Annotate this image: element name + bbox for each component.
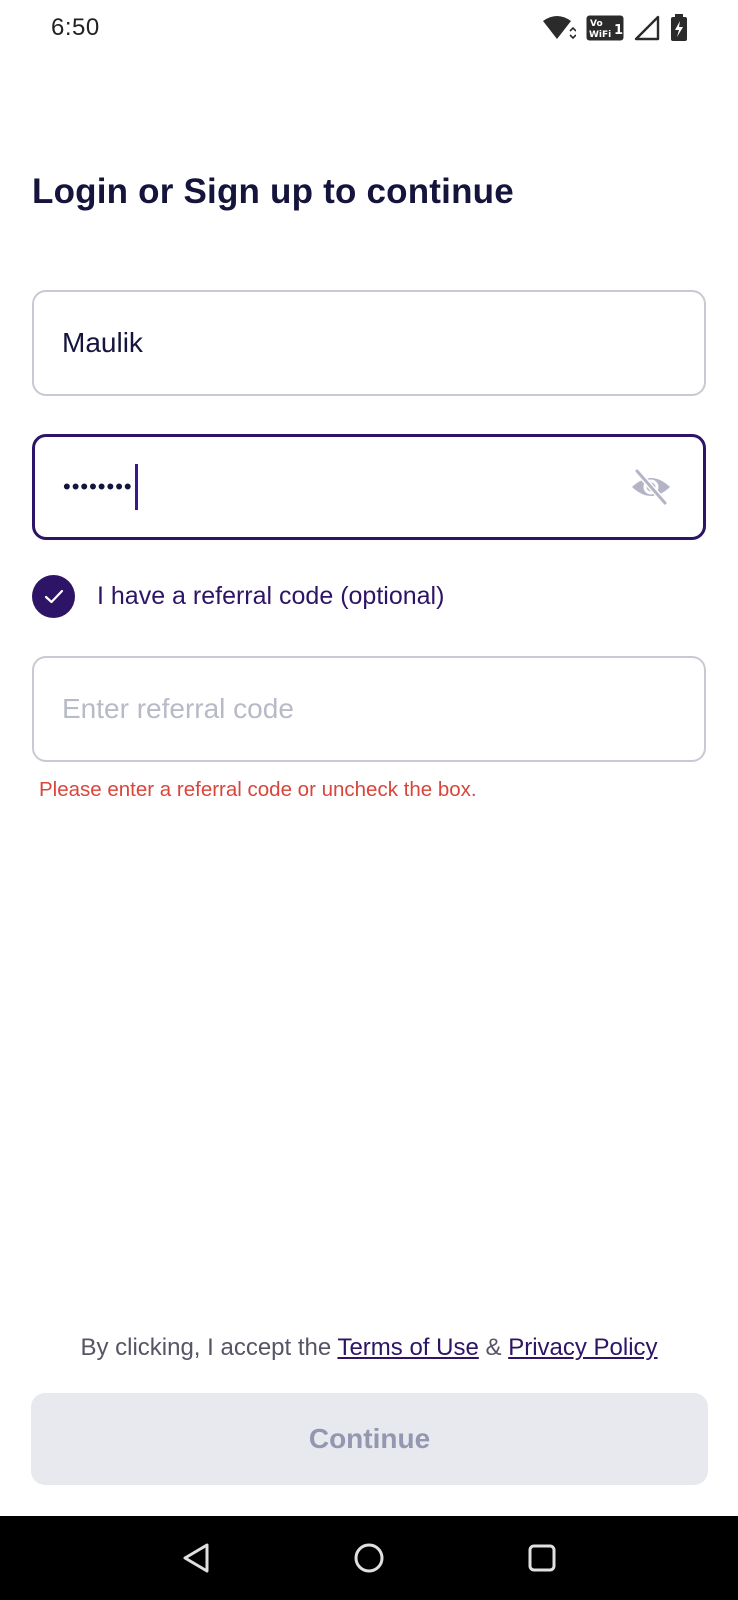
check-icon [44, 589, 63, 603]
svg-text:1: 1 [614, 23, 623, 38]
status-time: 6:50 [51, 14, 100, 41]
login-screen: 6:50 Vo WiFi 1 Login or Sign up to conti… [0, 0, 738, 1600]
navigation-bar [0, 1516, 738, 1600]
wifi-icon [542, 15, 576, 41]
terms-ampersand: & [485, 1334, 502, 1361]
status-bar: 6:50 Vo WiFi 1 [0, 0, 738, 56]
text-caret [134, 464, 138, 510]
recents-icon[interactable] [512, 1528, 572, 1588]
referral-checkbox[interactable] [32, 575, 75, 618]
page-title: Login or Sign up to continue [32, 172, 514, 211]
referral-code-input[interactable] [62, 693, 676, 725]
referral-code-field[interactable] [32, 656, 706, 762]
username-field[interactable] [32, 290, 706, 396]
home-icon[interactable] [339, 1528, 399, 1588]
status-icons: Vo WiFi 1 [542, 14, 688, 42]
terms-of-use-link[interactable]: Terms of Use [337, 1334, 478, 1361]
terms-prefix: By clicking, I accept the [80, 1334, 332, 1361]
svg-text:Vo: Vo [590, 19, 603, 29]
password-input[interactable]: •••••••• [63, 464, 627, 510]
svg-text:WiFi: WiFi [589, 30, 611, 40]
battery-charging-icon [670, 14, 688, 42]
back-icon[interactable] [166, 1528, 226, 1588]
signal-icon [634, 15, 660, 41]
referral-checkbox-row[interactable]: I have a referral code (optional) [32, 575, 444, 618]
password-field[interactable]: •••••••• [32, 434, 706, 540]
referral-checkbox-label[interactable]: I have a referral code (optional) [97, 582, 444, 611]
terms-text: By clicking, I accept the Terms of Use &… [0, 1334, 738, 1362]
eye-off-icon[interactable] [627, 463, 675, 511]
privacy-policy-link[interactable]: Privacy Policy [508, 1334, 657, 1361]
username-input[interactable] [62, 327, 676, 359]
referral-error-message: Please enter a referral code or uncheck … [39, 778, 477, 801]
continue-button[interactable]: Continue [31, 1393, 708, 1485]
vowifi-icon: Vo WiFi 1 [586, 15, 624, 41]
password-masked-value: •••••••• [63, 474, 133, 499]
